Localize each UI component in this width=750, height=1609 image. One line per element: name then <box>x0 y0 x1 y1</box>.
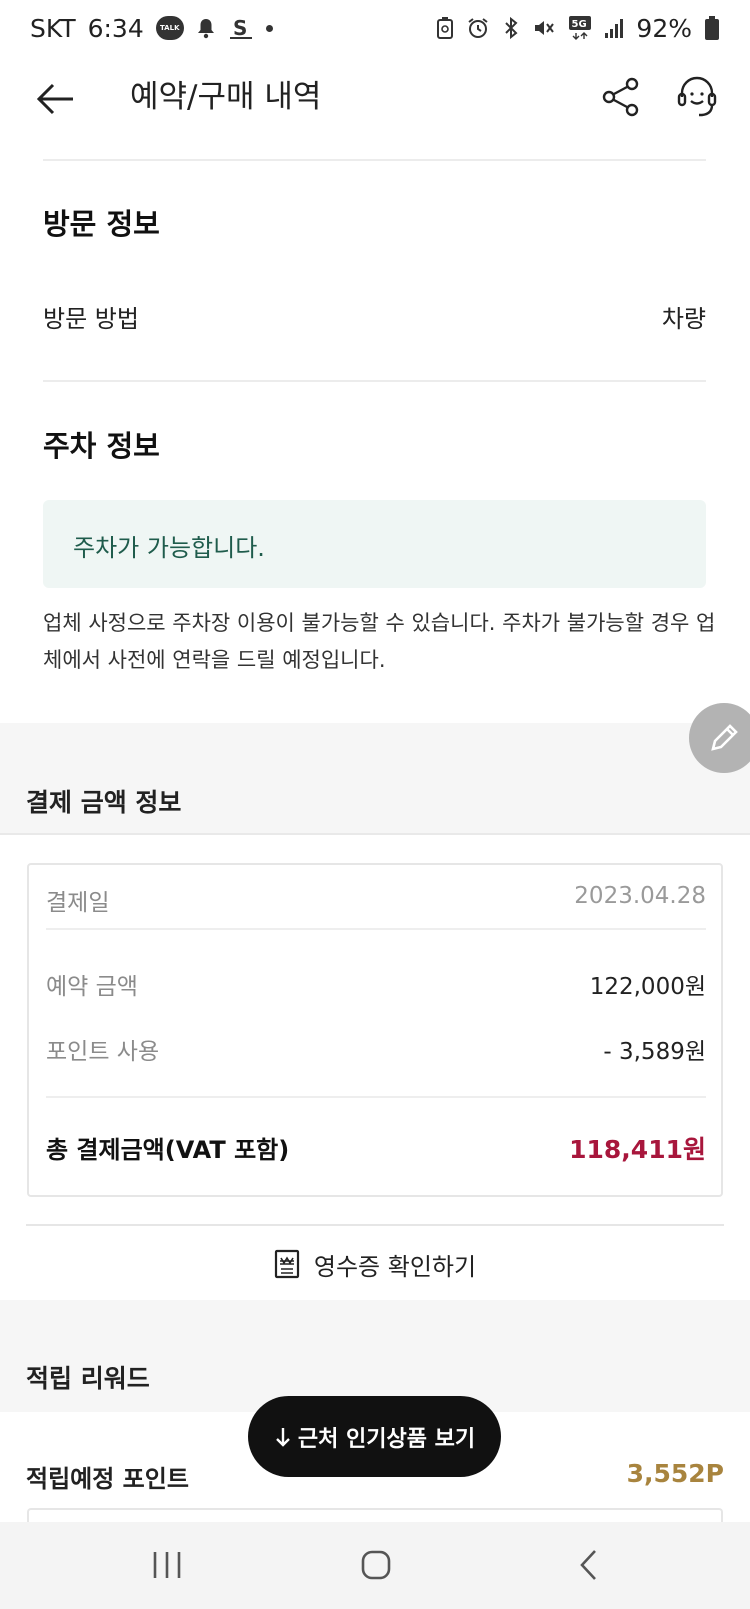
5g-icon: 5G <box>568 15 592 41</box>
share-icon <box>602 77 639 117</box>
parking-note: 업체 사정으로 주차장 이용이 불가능할 수 있습니다. 주차가 불가능할 경우… <box>43 611 716 672</box>
total-value: 118,411원 <box>569 1135 706 1164</box>
home-button[interactable] <box>346 1540 406 1590</box>
total-label: 총 결제금액(VAT 포함) <box>46 1136 290 1164</box>
bell-icon <box>196 17 216 39</box>
status-bar: SKT 6:34 TALK S 5G 92% <box>0 0 750 56</box>
nearby-popular-button[interactable]: 근처 인기상품 보기 <box>248 1396 501 1477</box>
status-right: 5G 92% <box>436 14 720 43</box>
arrow-down-icon <box>276 1427 290 1447</box>
reserve-amount-value: 122,000원 <box>589 974 706 1000</box>
visit-divider <box>43 380 706 382</box>
total-row: 총 결제금액(VAT 포함) 118,411원 <box>46 1130 706 1166</box>
system-back-button[interactable] <box>558 1540 618 1590</box>
visit-method-label: 방문 방법 <box>43 305 139 333</box>
support-button[interactable] <box>672 72 722 122</box>
alarm-icon <box>466 16 490 40</box>
receipt-label: 영수증 확인하기 <box>313 1252 477 1281</box>
s-app-icon: S <box>228 15 254 41</box>
recycle-battery-icon <box>436 16 454 40</box>
nearby-popular-label: 근처 인기상품 보기 <box>297 1426 476 1452</box>
payment-date-label: 결제일 <box>46 890 110 916</box>
signal-icon <box>604 17 624 39</box>
headset-icon <box>677 76 717 117</box>
chevron-left-icon <box>580 1550 596 1580</box>
reserve-amount-row: 예약 금액 122,000원 <box>46 967 706 1001</box>
clock: 6:34 <box>87 13 144 43</box>
payment-card: 결제일 2023.04.28 예약 금액 122,000원 포인트 사용 - 3… <box>27 863 723 1197</box>
reward-points-value: 3,552P <box>626 1459 724 1488</box>
point-usage-row: 포인트 사용 - 3,589원 <box>46 1032 706 1066</box>
kakaotalk-icon: TALK <box>155 16 184 40</box>
battery-icon <box>704 15 720 41</box>
battery-percent: 92% <box>636 13 692 43</box>
bluetooth-icon <box>502 16 520 40</box>
share-button[interactable] <box>597 72 647 122</box>
recents-button[interactable] <box>137 1540 197 1590</box>
reserve-amount-label: 예약 금액 <box>46 974 138 1000</box>
system-nav-bar <box>0 1522 750 1609</box>
app-bar: 예약/구매 내역 <box>0 56 750 156</box>
total-divider <box>46 1096 706 1098</box>
top-divider <box>43 159 706 161</box>
payment-header-band: 결제 금액 정보 <box>0 723 750 833</box>
payment-header-divider <box>0 833 750 835</box>
svg-text:S: S <box>233 16 247 40</box>
reward-points-label: 적립예정 포인트 <box>26 1465 189 1493</box>
payment-date-divider <box>46 928 706 930</box>
parking-status-text: 주차가 가능합니다. <box>73 534 265 562</box>
payment-date-row: 결제일 2023.04.28 <box>46 883 706 917</box>
reward-title: 적립 리워드 <box>26 1364 150 1393</box>
point-usage-label: 포인트 사용 <box>46 1039 160 1065</box>
payment-title: 결제 금액 정보 <box>26 788 182 817</box>
visit-info-title: 방문 정보 <box>43 207 160 241</box>
dot-icon <box>265 24 273 32</box>
receipt-divider <box>26 1224 724 1226</box>
recents-icon <box>153 1552 181 1578</box>
parking-status-box: 주차가 가능합니다. <box>43 500 706 588</box>
carrier-label: SKT <box>30 13 76 43</box>
payment-date-value: 2023.04.28 <box>574 883 706 909</box>
edit-fab[interactable] <box>689 703 750 773</box>
svg-text:5G: 5G <box>572 19 587 30</box>
receipt-icon <box>274 1249 299 1279</box>
pencil-icon <box>711 724 738 751</box>
arrow-left-icon <box>36 83 73 115</box>
status-left: SKT 6:34 TALK S <box>30 14 273 43</box>
back-button[interactable] <box>30 74 80 124</box>
home-icon <box>361 1550 391 1580</box>
visit-method-value: 차량 <box>661 305 706 333</box>
mute-icon <box>532 16 556 40</box>
page-title: 예약/구매 내역 <box>130 79 322 115</box>
point-usage-value: - 3,589원 <box>603 1039 706 1065</box>
parking-info-title: 주차 정보 <box>43 429 160 463</box>
receipt-button[interactable]: 영수증 확인하기 <box>0 1228 750 1300</box>
